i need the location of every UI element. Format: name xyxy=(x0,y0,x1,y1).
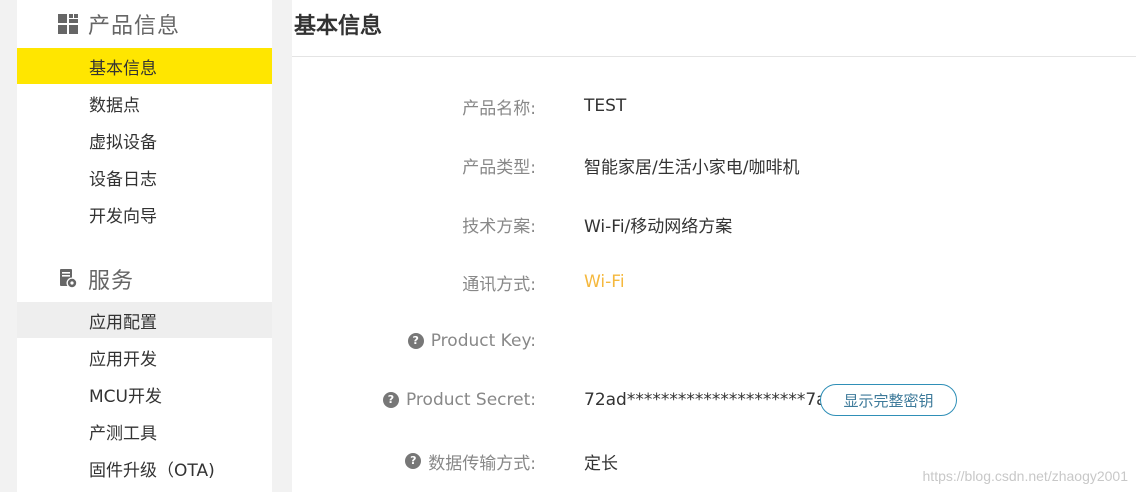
help-circle-icon[interactable]: ? xyxy=(407,333,424,349)
main-content: 基本信息 产品名称: TEST 产品类型: 智能家居/生活小家电/咖啡机 技术方… xyxy=(292,0,1136,492)
field-label: ? Product Key: xyxy=(407,326,536,356)
sidebar-item-ota[interactable]: 固件升级（OTA) xyxy=(17,450,272,486)
sidebar-item-label: 固件升级（OTA) xyxy=(89,460,215,481)
sidebar-item-basic-info[interactable]: 基本信息 xyxy=(17,48,272,84)
sidebar: 产品信息 基本信息 数据点 虚拟设备 设备日志 开发向导 服务 应用配置 应用开… xyxy=(17,0,272,492)
sidebar-item-production-test[interactable]: 产测工具 xyxy=(17,413,272,449)
sidebar-item-label: 开发向导 xyxy=(89,206,157,227)
sidebar-item-label: MCU开发 xyxy=(89,386,162,407)
page: 产品信息 基本信息 数据点 虚拟设备 设备日志 开发向导 服务 应用配置 应用开… xyxy=(0,0,1136,492)
sidebar-item-app-dev[interactable]: 应用开发 xyxy=(17,339,272,375)
sidebar-item-dev-guide[interactable]: 开发向导 xyxy=(17,196,272,232)
sidebar-item-label: 虚拟设备 xyxy=(89,132,157,153)
field-label: 产品类型: xyxy=(462,157,536,178)
field-row-comm-method: 通讯方式: Wi-Fi xyxy=(292,267,1136,297)
product-type-value: 智能家居/生活小家电/咖啡机 xyxy=(584,157,800,178)
sidebar-separator xyxy=(272,0,292,492)
left-gutter xyxy=(0,0,17,492)
field-row-product-type: 产品类型: 智能家居/生活小家电/咖啡机 xyxy=(292,150,1136,180)
product-secret-value: 72ad*********************7af7 xyxy=(584,390,844,410)
watermark: https://blog.csdn.net/zhaogy2001 xyxy=(922,468,1128,484)
sidebar-item-data-points[interactable]: 数据点 xyxy=(17,85,272,121)
sidebar-section-title: 产品信息 xyxy=(88,14,181,39)
field-label: 通讯方式: xyxy=(462,274,536,295)
page-title: 基本信息 xyxy=(294,14,383,39)
field-label: ? 数据传输方式: xyxy=(405,446,536,476)
sidebar-section-service: 服务 xyxy=(17,259,272,299)
field-label: 产品名称: xyxy=(462,98,536,119)
comm-method-value: Wi-Fi xyxy=(584,272,625,292)
sidebar-item-mcu-dev[interactable]: MCU开发 xyxy=(17,376,272,412)
sidebar-item-app-config[interactable]: 应用配置 xyxy=(17,302,272,338)
service-gear-document-icon xyxy=(60,269,78,289)
sidebar-section-title: 服务 xyxy=(88,269,135,294)
product-name-value: TEST xyxy=(584,96,627,116)
data-transfer-value: 定长 xyxy=(584,453,618,474)
sidebar-item-label: 产测工具 xyxy=(89,423,157,444)
sidebar-section-product-info: 产品信息 xyxy=(17,4,272,44)
tech-solution-value: Wi-Fi/移动网络方案 xyxy=(584,216,733,237)
field-row-product-secret: ? Product Secret: 72ad******************… xyxy=(292,384,1136,416)
sidebar-item-label: 应用配置 xyxy=(89,312,157,333)
field-label: ? Product Secret: xyxy=(382,385,536,415)
show-full-key-button[interactable]: 显示完整密钥 xyxy=(820,384,957,416)
sidebar-item-device-log[interactable]: 设备日志 xyxy=(17,159,272,195)
field-label: 技术方案: xyxy=(462,216,536,237)
help-circle-icon[interactable]: ? xyxy=(382,392,399,408)
sidebar-item-label: 基本信息 xyxy=(89,58,157,79)
field-row-product-key: ? Product Key: xyxy=(292,326,1136,356)
help-circle-icon[interactable]: ? xyxy=(405,453,422,469)
field-row-product-name: 产品名称: TEST xyxy=(292,91,1136,121)
sidebar-item-label: 设备日志 xyxy=(89,169,157,190)
field-row-tech-solution: 技术方案: Wi-Fi/移动网络方案 xyxy=(292,209,1136,239)
sidebar-item-virtual-device[interactable]: 虚拟设备 xyxy=(17,122,272,158)
product-info-grid-icon xyxy=(58,14,78,34)
divider xyxy=(292,56,1136,57)
sidebar-item-label: 数据点 xyxy=(89,95,140,116)
sidebar-item-label: 应用开发 xyxy=(89,349,157,370)
